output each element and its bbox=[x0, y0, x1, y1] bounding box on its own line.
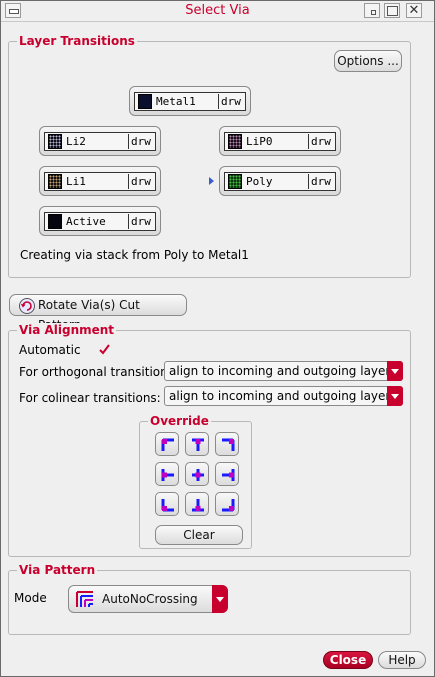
via-alignment-group: Via Alignment Automatic For orthogonal t… bbox=[8, 323, 411, 557]
rotate-icon bbox=[19, 298, 35, 314]
li1-swatch-icon bbox=[48, 174, 62, 189]
layer-purpose: drw bbox=[131, 215, 151, 228]
layer-purpose: drw bbox=[221, 95, 241, 108]
layer-purpose: drw bbox=[131, 175, 151, 188]
mode-label: Mode bbox=[14, 591, 47, 605]
override-bottom-left-button[interactable] bbox=[155, 492, 179, 516]
chevron-down-icon bbox=[212, 585, 228, 613]
align-bottom-left-icon bbox=[161, 499, 174, 512]
via-alignment-title: Via Alignment bbox=[17, 323, 117, 337]
layer-purpose: drw bbox=[311, 175, 331, 188]
layer-name: Li2 bbox=[66, 134, 129, 149]
align-top-left-icon bbox=[161, 438, 174, 451]
rotate-cut-pattern-button[interactable]: Rotate Via(s) Cut Pattern bbox=[9, 294, 187, 332]
layer-transitions-title: Layer Transitions bbox=[17, 34, 137, 48]
align-bottom-center-icon bbox=[192, 499, 204, 512]
override-top-right-button[interactable] bbox=[215, 432, 239, 456]
align-center-icon bbox=[192, 469, 204, 481]
chevron-down-icon bbox=[387, 386, 403, 406]
layer-transitions-group: Layer Transitions Options ... Metal1 drw… bbox=[8, 34, 411, 278]
layer-name: LiP0 bbox=[246, 134, 309, 149]
help-button[interactable]: Help bbox=[378, 651, 426, 669]
metal1-swatch-icon bbox=[138, 94, 152, 109]
selected-marker-icon bbox=[209, 177, 214, 185]
mode-value: AutoNoCrossing bbox=[102, 592, 198, 606]
close-button[interactable]: Close bbox=[323, 651, 373, 669]
layer-button-poly[interactable]: Poly drw bbox=[219, 166, 341, 196]
automatic-checkbox[interactable] bbox=[98, 343, 111, 356]
layer-name: Poly bbox=[246, 174, 309, 189]
layer-name: Metal1 bbox=[156, 94, 219, 109]
close-window-button[interactable]: ✕ bbox=[406, 3, 422, 18]
layer-button-li2[interactable]: Li2 drw bbox=[39, 126, 161, 156]
layer-name: Active bbox=[66, 214, 129, 229]
align-bottom-right-icon bbox=[222, 499, 235, 512]
colinear-label: For colinear transitions: bbox=[19, 391, 161, 405]
orthogonal-value: align to incoming and outgoing layers bbox=[169, 364, 397, 378]
override-top-center-button[interactable] bbox=[185, 432, 209, 456]
clear-override-button[interactable]: Clear bbox=[155, 525, 243, 545]
override-middle-left-button[interactable] bbox=[155, 462, 179, 486]
layer-button-lip0[interactable]: LiP0 drw bbox=[219, 126, 341, 156]
align-middle-right-icon bbox=[222, 469, 235, 481]
layer-button-active[interactable]: Active drw bbox=[39, 206, 161, 236]
colinear-dropdown[interactable]: align to incoming and outgoing layers bbox=[164, 386, 403, 406]
layer-button-metal1[interactable]: Metal1 drw bbox=[129, 86, 251, 116]
chevron-down-icon bbox=[387, 361, 403, 381]
colinear-value: align to incoming and outgoing layers bbox=[169, 389, 397, 403]
li2-swatch-icon bbox=[48, 134, 62, 149]
orthogonal-dropdown[interactable]: align to incoming and outgoing layers bbox=[164, 361, 403, 381]
maximize-button[interactable] bbox=[384, 3, 400, 18]
align-top-center-icon bbox=[192, 438, 204, 451]
override-middle-right-button[interactable] bbox=[215, 462, 239, 486]
override-top-left-button[interactable] bbox=[155, 432, 179, 456]
align-top-right-icon bbox=[222, 438, 235, 451]
orthogonal-label: For orthogonal transitions: bbox=[19, 365, 179, 379]
override-title: Override bbox=[148, 414, 211, 428]
poly-swatch-icon bbox=[228, 174, 242, 189]
layer-purpose: drw bbox=[131, 135, 151, 148]
via-pattern-title: Via Pattern bbox=[17, 563, 98, 577]
active-swatch-icon bbox=[48, 214, 62, 229]
override-bottom-right-button[interactable] bbox=[215, 492, 239, 516]
lip0-swatch-icon bbox=[228, 134, 242, 149]
options-button[interactable]: Options ... bbox=[334, 50, 402, 72]
title-bar: Select Via ✕ bbox=[1, 1, 434, 22]
layer-button-li1[interactable]: Li1 drw bbox=[39, 166, 161, 196]
minimize-button[interactable] bbox=[364, 3, 380, 18]
override-group: Override Clear bbox=[139, 414, 252, 549]
override-bottom-center-button[interactable] bbox=[185, 492, 209, 516]
via-stack-status: Creating via stack from Poly to Metal1 bbox=[20, 248, 249, 262]
automatic-label: Automatic bbox=[19, 343, 81, 357]
via-pattern-group: Via Pattern Mode AutoNoCrossing bbox=[8, 563, 411, 635]
layer-name: Li1 bbox=[66, 174, 129, 189]
select-via-window: Select Via ✕ Layer Transitions Options .… bbox=[0, 0, 435, 677]
layer-purpose: drw bbox=[311, 135, 331, 148]
override-center-button[interactable] bbox=[185, 462, 209, 486]
auto-no-crossing-icon bbox=[76, 590, 94, 617]
align-middle-left-icon bbox=[161, 469, 174, 481]
mode-dropdown[interactable]: AutoNoCrossing bbox=[68, 585, 228, 613]
